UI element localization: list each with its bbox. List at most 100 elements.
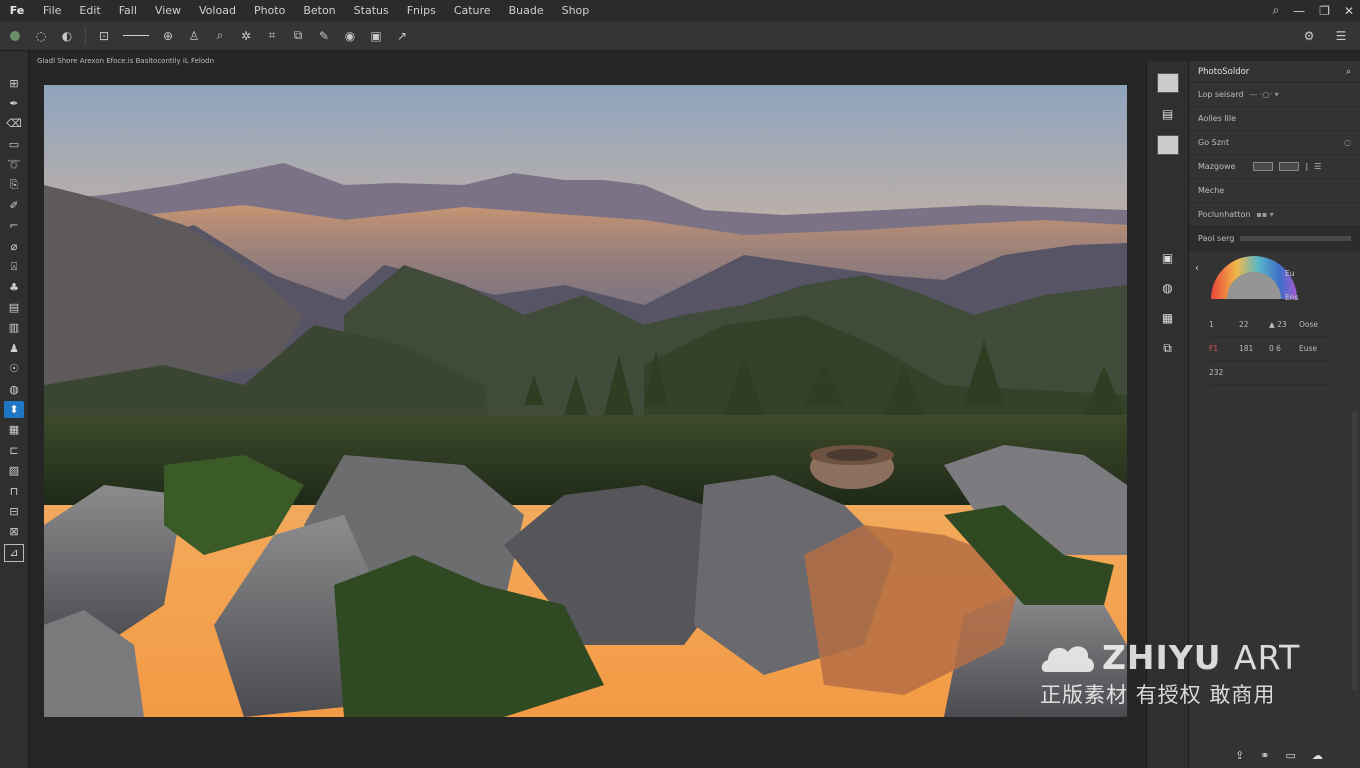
library-icon[interactable]: ▤	[1158, 105, 1178, 123]
stroke-line-icon[interactable]	[123, 35, 149, 36]
row-toggle[interactable]: ○	[1344, 138, 1351, 147]
zoom-tool-icon[interactable]: ⊟	[4, 503, 24, 519]
panel-row[interactable]: Mazgowe | ☰	[1189, 155, 1360, 179]
paint-tool-icon[interactable]: ⍓	[4, 259, 24, 275]
path-tool-icon[interactable]: ⊏	[4, 442, 24, 458]
screen-mode-icon[interactable]: ⊿	[4, 543, 24, 562]
gradient-panel-icon[interactable]: ⧉	[1158, 339, 1178, 357]
link-icon[interactable]: ⚭	[1260, 749, 1269, 762]
brush-tool-icon[interactable]: ✐	[4, 197, 24, 213]
menu-view[interactable]: View	[146, 4, 190, 17]
pen-tool-icon[interactable]: ✒	[4, 95, 24, 111]
marquee-tool-icon[interactable]: ⌫	[4, 116, 24, 132]
cloud-icon[interactable]: ☁	[1312, 749, 1323, 762]
menu-buade[interactable]: Buade	[500, 4, 553, 17]
row-control[interactable]: — ·○· ▾	[1249, 90, 1278, 99]
new-layer-icon[interactable]: ▭	[1285, 749, 1295, 762]
document-tool-icon[interactable]: ▨	[4, 462, 24, 478]
menu-voload[interactable]: Voload	[190, 4, 245, 17]
blur-tool-icon[interactable]: ◍	[4, 381, 24, 397]
search-icon[interactable]: ⌕	[209, 25, 231, 47]
document-tab[interactable]: Gladl Shore Arexon Efoce.is Basitocontil…	[30, 53, 214, 69]
grid-cell[interactable]: 22	[1239, 320, 1269, 329]
arrow-icon[interactable]: ↗	[391, 25, 413, 47]
search-icon[interactable]: ⌕	[1346, 67, 1351, 77]
quick-select-tool-icon[interactable]: ⎘	[4, 177, 24, 193]
export-icon[interactable]: ⇪	[1235, 749, 1244, 762]
color-wheel-icon[interactable]: ◍	[1158, 279, 1178, 297]
minimize-icon[interactable]: —	[1293, 4, 1305, 18]
panel-row[interactable]: Paol serg	[1189, 227, 1360, 251]
row-label: Paol serg	[1198, 234, 1235, 243]
color-dot-icon[interactable]	[4, 25, 26, 47]
close-icon[interactable]: ✕	[1344, 4, 1354, 18]
lasso-tool-icon[interactable]: ➰	[4, 157, 24, 173]
text-tool-icon[interactable]: ▥	[4, 320, 24, 336]
frame-icon[interactable]: ⊡	[93, 25, 115, 47]
chevron-left-icon[interactable]: ‹	[1195, 263, 1199, 274]
grid-cell[interactable]: 1	[1209, 320, 1239, 329]
brush-mode-icon[interactable]: ◐	[56, 25, 78, 47]
restore-icon[interactable]: ❐	[1319, 4, 1330, 18]
menu-fall[interactable]: Fall	[110, 4, 146, 17]
move-tool-icon[interactable]: ⊞	[4, 75, 24, 91]
frame-tool-icon[interactable]: ⊠	[4, 524, 24, 540]
eraser-tool-icon[interactable]: ⌀	[4, 238, 24, 254]
dodge-tool-icon[interactable]: ☉	[4, 360, 24, 376]
grid-cell[interactable]: F1	[1209, 344, 1239, 353]
panel-menu-icon[interactable]: ☰	[1330, 25, 1352, 47]
panel-scrollbar[interactable]	[1352, 411, 1358, 691]
crop-icon[interactable]: ⌗	[261, 25, 283, 47]
menu-fnips[interactable]: Fnips	[398, 4, 445, 17]
menu-icon[interactable]: ☰	[1314, 162, 1321, 171]
image-canvas[interactable]	[44, 85, 1127, 717]
shape-tool-icon[interactable]: ▦	[4, 422, 24, 438]
grid-cell[interactable]: Euse	[1299, 344, 1329, 353]
panel-row[interactable]: Meche	[1189, 179, 1360, 203]
globe-icon[interactable]: ◉	[339, 25, 361, 47]
grid-cell[interactable]: 232	[1209, 368, 1329, 377]
panel-row[interactable]: Go Sznt ○	[1189, 131, 1360, 155]
panel-row[interactable]: Poclunhatton ▪▪ ▾	[1189, 203, 1360, 227]
mode-box-1[interactable]	[1253, 162, 1274, 171]
swatches-icon[interactable]: ▦	[1158, 309, 1178, 327]
crop-tool-icon[interactable]: ⌐	[4, 218, 24, 234]
mode-box-2[interactable]	[1279, 162, 1300, 171]
settings-icon[interactable]: ⚙	[1298, 25, 1320, 47]
menu-beton[interactable]: Beton	[294, 4, 344, 17]
gear-icon[interactable]: ✲	[235, 25, 257, 47]
panel-row[interactable]: Aolles Ille	[1189, 107, 1360, 131]
layers-icon[interactable]: ⧉	[287, 25, 309, 47]
grid-cell[interactable]: 181	[1239, 344, 1269, 353]
grid-cell[interactable]: ▲ 23	[1269, 320, 1299, 329]
stamp-tool-icon[interactable]: ♣	[4, 279, 24, 295]
brush-preset-icon[interactable]: ◌	[30, 25, 52, 47]
row-control[interactable]: ▪▪ ▾	[1256, 210, 1273, 219]
gradient-tool-icon[interactable]: ▤	[4, 299, 24, 315]
brush-icon[interactable]: ✎	[313, 25, 335, 47]
stamp-icon[interactable]: ♙	[183, 25, 205, 47]
image-panel-icon[interactable]: ▣	[1158, 249, 1178, 267]
menu-photo[interactable]: Photo	[245, 4, 294, 17]
image-icon[interactable]: ▣	[365, 25, 387, 47]
menu-edit[interactable]: Edit	[70, 4, 109, 17]
menu-cature[interactable]: Cature	[445, 4, 500, 17]
adjustment-thumbnail[interactable]	[1156, 135, 1179, 155]
size-slider[interactable]	[1240, 236, 1351, 241]
panel-row[interactable]: Lop seisard — ·○· ▾	[1189, 83, 1360, 107]
color-label-top: Eu	[1285, 269, 1295, 278]
rect-select-tool-icon[interactable]: ▭	[4, 136, 24, 152]
brand-subtitle: 正版素材 有授权 敢商用	[1040, 683, 1276, 707]
menu-shop[interactable]: Shop	[553, 4, 599, 17]
person-tool-icon[interactable]: ♟	[4, 340, 24, 356]
menu-status[interactable]: Status	[345, 4, 398, 17]
hand-tool-icon[interactable]: ⊓	[4, 483, 24, 499]
layer-thumbnail[interactable]	[1156, 73, 1179, 93]
zoom-icon[interactable]: ⊕	[157, 25, 179, 47]
menu-file[interactable]: File	[34, 4, 70, 17]
grid-row: 1 22 ▲ 23 Oose	[1209, 313, 1329, 337]
grid-cell[interactable]: 0 6	[1269, 344, 1299, 353]
grid-cell[interactable]: Oose	[1299, 320, 1329, 329]
share-icon[interactable]: ⌕	[1272, 3, 1279, 18]
selected-tool-icon[interactable]: ⬍	[4, 401, 24, 418]
